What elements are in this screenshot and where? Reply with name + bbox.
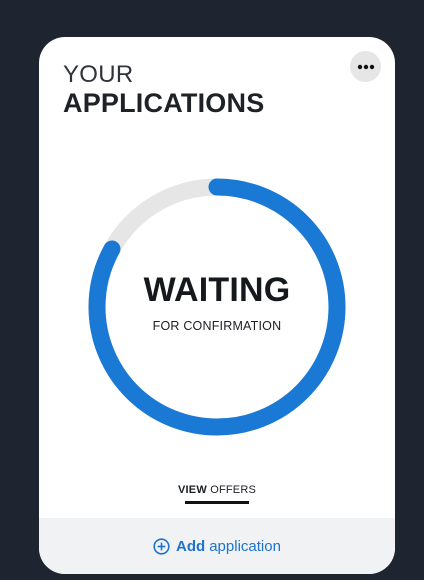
more-horizontal-icon [357, 64, 374, 69]
add-label-rest: application [209, 537, 281, 555]
plus-circle-icon [153, 537, 170, 555]
status-progress-ring: WAITING FOR CONFIRMATION [87, 177, 347, 437]
card-title: YOUR APPLICATIONS [63, 63, 264, 117]
add-label-bold: Add [176, 537, 206, 555]
card-title-line1: YOUR [63, 61, 134, 88]
view-offers-rest: OFFERS [210, 484, 256, 496]
view-offers-bold: VIEW [178, 484, 207, 496]
view-offers-underline [185, 501, 249, 504]
status-text-group: WAITING FOR CONFIRMATION [87, 177, 347, 437]
more-options-button[interactable] [350, 51, 381, 82]
applications-card: YOUR APPLICATIONS WAITING FOR CONFIRMATI… [39, 37, 395, 574]
status-label: WAITING [143, 271, 291, 309]
status-sublabel: FOR CONFIRMATION [152, 319, 282, 333]
card-title-line2: APPLICATIONS [63, 88, 265, 118]
view-offers-link[interactable]: VIEW OFFERS [39, 484, 395, 496]
add-application-button[interactable]: Add application [39, 518, 395, 574]
